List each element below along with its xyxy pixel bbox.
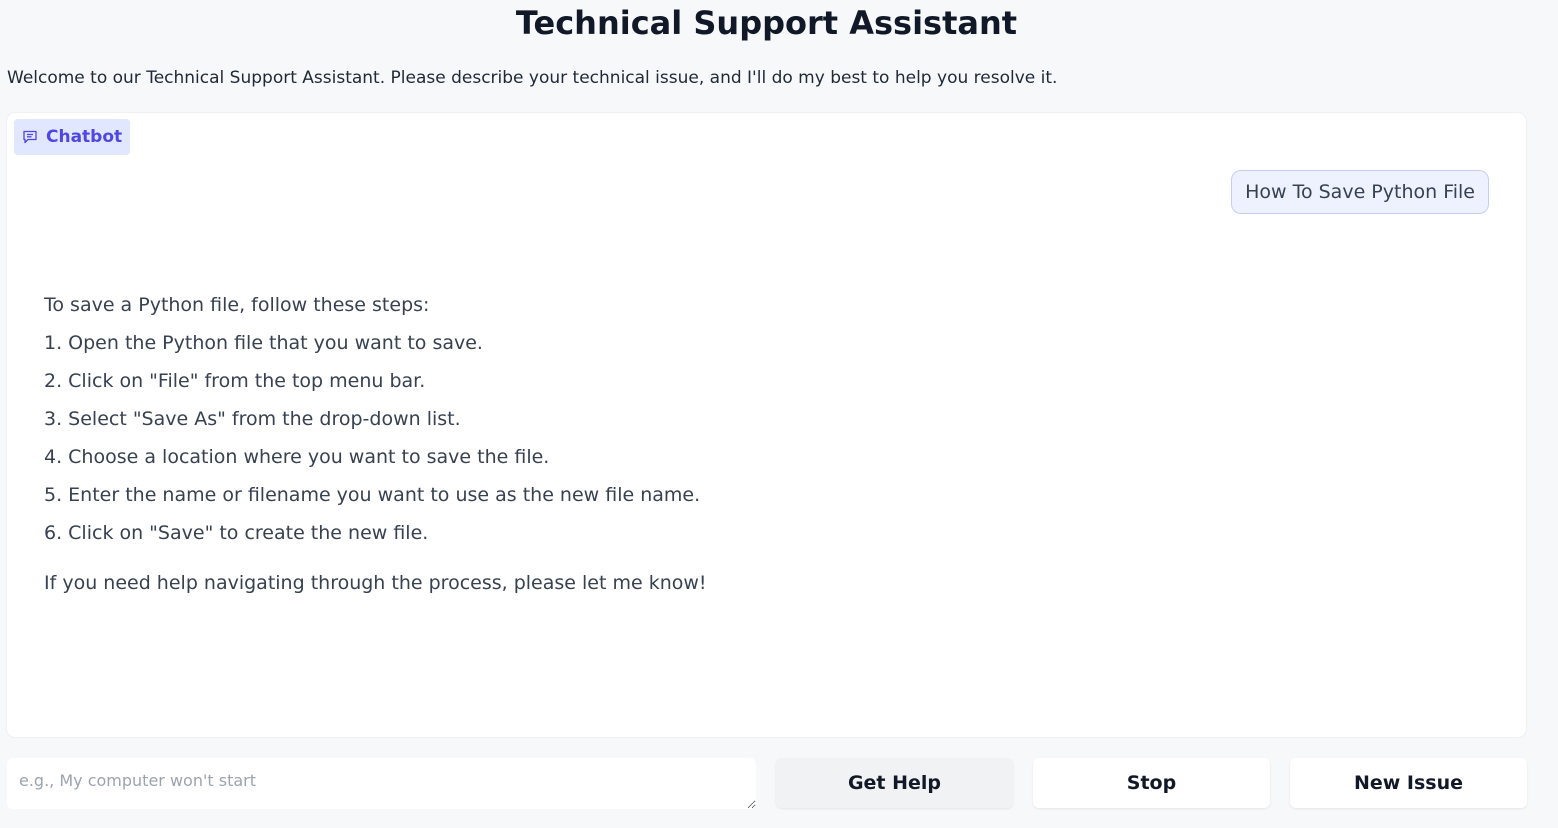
user-message: How To Save Python File [1231, 170, 1489, 214]
bot-message: To save a Python file, follow these step… [44, 289, 1144, 599]
bot-message-step: 6. Click on "Save" to create the new fil… [44, 522, 429, 544]
get-help-button[interactable]: Get Help [776, 758, 1013, 808]
chat-bubble-icon [22, 129, 38, 145]
page-description: Welcome to our Technical Support Assista… [7, 68, 1058, 88]
new-issue-button[interactable]: New Issue [1290, 758, 1527, 808]
bot-message-step: 2. Click on "File" from the top menu bar… [44, 370, 426, 392]
bot-message-closing: If you need help navigating through the … [44, 572, 707, 594]
page: Technical Support Assistant Welcome to o… [0, 0, 1558, 828]
chatbot-label-text: Chatbot [46, 127, 123, 147]
bot-message-intro: To save a Python file, follow these step… [44, 294, 430, 316]
page-title: Technical Support Assistant [515, 4, 1018, 42]
chat-panel[interactable]: Chatbot How To Save Python File To save … [7, 113, 1526, 737]
bot-message-step: 4. Choose a location where you want to s… [44, 446, 550, 468]
bot-message-step: 3. Select "Save As" from the drop-down l… [44, 408, 461, 430]
issue-input[interactable] [7, 758, 756, 809]
chatbot-label: Chatbot [14, 119, 131, 155]
bot-message-step: 1. Open the Python file that you want to… [44, 332, 483, 354]
stop-button[interactable]: Stop [1033, 758, 1270, 808]
bot-message-step: 5. Enter the name or filename you want t… [44, 484, 701, 506]
